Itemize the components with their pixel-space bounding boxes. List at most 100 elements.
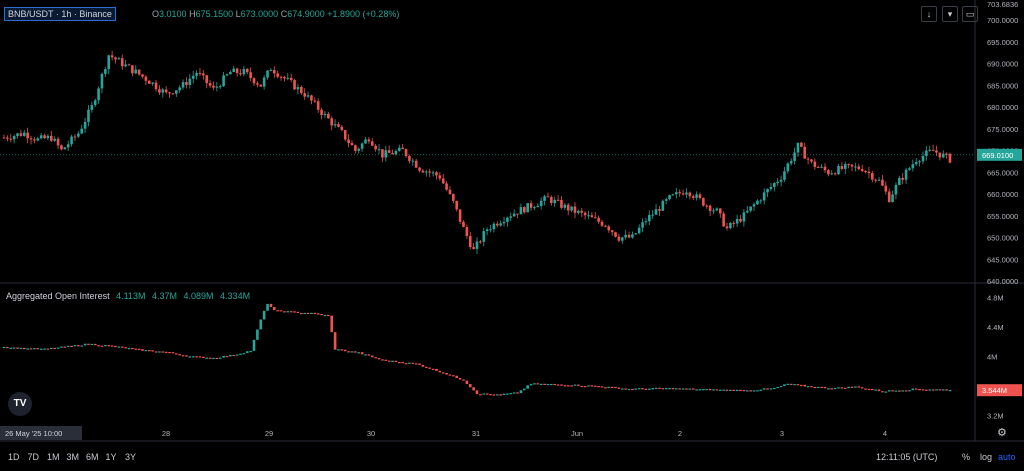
oi-bar <box>397 362 401 364</box>
candle-body <box>756 200 759 205</box>
oi-tick-label: 4.4M <box>987 323 1004 332</box>
oi-bar <box>408 362 411 364</box>
candle-body <box>387 150 391 153</box>
oi-bar <box>283 311 286 313</box>
candle-body <box>421 170 425 173</box>
auto-toggle[interactable]: auto <box>998 452 1016 462</box>
oi-bar <box>384 359 388 361</box>
candle-body <box>56 138 60 146</box>
candle-body <box>739 218 742 222</box>
candle-body <box>941 153 945 158</box>
chart-canvas[interactable]: 703.6836 700.0000 695.0000 690.0000 685.0000… <box>0 0 1024 471</box>
x-tick-label: 29 <box>265 429 273 438</box>
collapse-icon[interactable]: ▭ <box>962 6 978 22</box>
candle-body <box>854 166 857 168</box>
oi-bar <box>340 349 344 351</box>
current-oi-label: 3.544M <box>982 386 1007 395</box>
candle-body <box>384 150 388 158</box>
candle-body <box>93 100 97 106</box>
oi-bar <box>70 345 73 348</box>
oi-bar <box>864 388 867 390</box>
indicator-legend[interactable]: Aggregated Open Interest 4.113M 4.37M 4.… <box>6 291 250 301</box>
range-button-1d[interactable]: 1D <box>8 452 20 462</box>
candle-body <box>874 179 877 181</box>
oi-bar <box>867 388 871 391</box>
candle-body <box>752 204 756 207</box>
oi-bar <box>482 393 486 395</box>
clock[interactable]: 12:11:05 (UTC) <box>876 452 937 462</box>
candle-body <box>394 150 398 155</box>
candle-body <box>539 200 543 206</box>
download-icon[interactable]: ↓ <box>921 6 937 22</box>
candle-body <box>340 126 344 131</box>
oi-bar <box>202 356 205 358</box>
candle-body <box>688 192 692 197</box>
oi-bar <box>46 348 50 350</box>
candle-body <box>661 200 665 211</box>
candle-body <box>323 113 327 116</box>
symbol-title[interactable]: BNB/USDT · 1h · Binance <box>4 7 116 21</box>
oi-bar <box>617 387 621 389</box>
percent-toggle[interactable]: % <box>962 452 970 462</box>
oi-bar <box>212 357 215 360</box>
candle-body <box>479 241 482 243</box>
candle-body <box>198 72 202 74</box>
oi-bar <box>6 346 9 349</box>
candle-body <box>718 208 722 214</box>
candle-body <box>391 152 394 155</box>
candle-body <box>266 70 269 78</box>
candle-body <box>256 83 259 85</box>
candle-body <box>22 132 26 136</box>
candle-body <box>66 144 70 148</box>
range-button-1y[interactable]: 1Y <box>106 452 117 462</box>
oi-bar <box>789 383 793 385</box>
oi-bar <box>124 347 127 349</box>
candle-body <box>627 234 631 238</box>
oi-bar <box>560 384 563 386</box>
candle-body <box>631 234 634 238</box>
oi-bar <box>455 375 459 378</box>
gear-icon[interactable]: ⚙ <box>997 426 1007 439</box>
tradingview-logo[interactable]: TV <box>8 392 32 416</box>
oi-bar <box>485 393 489 395</box>
candle-body <box>543 196 546 201</box>
candle-body <box>195 72 198 76</box>
oi-bar <box>773 387 776 390</box>
range-button-3y[interactable]: 3Y <box>125 452 136 462</box>
range-button-1m[interactable]: 1M <box>47 452 60 462</box>
candle-body <box>296 86 300 90</box>
candle-body <box>452 193 455 201</box>
range-button-3m[interactable]: 3M <box>67 452 80 462</box>
candle-body <box>566 204 570 211</box>
oi-bar <box>783 384 786 386</box>
candle-body <box>570 206 573 211</box>
oi-bar <box>941 389 945 391</box>
range-button-6m[interactable]: 6M <box>86 452 99 462</box>
oi-bar <box>800 384 803 387</box>
candle-body <box>590 215 594 218</box>
candle-body <box>769 187 773 190</box>
candle-body <box>29 138 33 140</box>
oi-bar <box>33 348 36 350</box>
oi-bar <box>935 389 938 391</box>
candle-body <box>489 229 492 231</box>
candle-body <box>117 58 121 60</box>
oi-bar <box>12 347 16 349</box>
candle-body <box>830 173 834 175</box>
range-button-7d[interactable]: 7D <box>28 452 40 462</box>
candle-body <box>144 76 148 81</box>
price-tick-label: 695.0000 <box>987 38 1018 47</box>
candle-body <box>33 139 36 141</box>
candle-body <box>80 128 84 134</box>
oi-bar <box>925 389 928 391</box>
fullscreen-icon[interactable]: ▾ <box>942 6 958 22</box>
candle-body <box>259 84 263 87</box>
candle-body <box>232 68 236 73</box>
candle-body <box>908 168 911 170</box>
oi-bar <box>810 386 813 388</box>
indicator-value-1: 4.113M <box>116 291 146 301</box>
log-toggle[interactable]: log <box>980 452 992 462</box>
candle-body <box>502 221 506 224</box>
candle-body <box>12 135 16 140</box>
candle-body <box>759 200 763 202</box>
